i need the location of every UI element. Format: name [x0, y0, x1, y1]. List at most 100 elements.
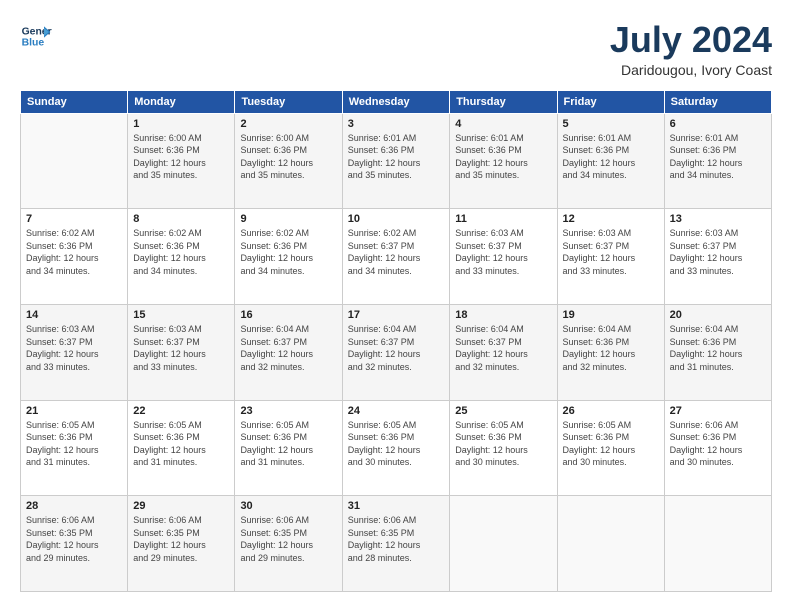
day-info: Sunrise: 6:02 AM Sunset: 6:36 PM Dayligh… [133, 227, 229, 277]
day-number: 4 [455, 118, 551, 130]
day-number: 3 [348, 118, 445, 130]
day-info: Sunrise: 6:02 AM Sunset: 6:36 PM Dayligh… [240, 227, 336, 277]
day-info: Sunrise: 6:02 AM Sunset: 6:37 PM Dayligh… [348, 227, 445, 277]
day-number: 9 [240, 213, 336, 225]
table-row: 18 Sunrise: 6:04 AM Sunset: 6:37 PM Dayli… [450, 304, 557, 400]
day-number: 2 [240, 118, 336, 130]
table-row: 12 Sunrise: 6:03 AM Sunset: 6:37 PM Dayli… [557, 209, 664, 305]
table-row: 13Sunrise: 6:03 AM Sunset: 6:37 PM Dayli… [664, 209, 771, 305]
day-info: Sunrise: 6:06 AM Sunset: 6:35 PM Dayligh… [240, 514, 336, 564]
day-number: 28 [26, 500, 122, 512]
table-row: 19Sunrise: 6:04 AM Sunset: 6:36 PM Dayli… [557, 304, 664, 400]
logo: General Blue [20, 20, 52, 52]
day-info: Sunrise: 6:03 AM Sunset: 6:37 PM Dayligh… [563, 227, 659, 277]
day-info: Sunrise: 6:05 AM Sunset: 6:36 PM Dayligh… [240, 419, 336, 469]
day-number: 27 [670, 405, 766, 417]
col-thursday: Thursday [450, 90, 557, 113]
day-number: 31 [348, 500, 445, 512]
table-row: 6 Sunrise: 6:01 AM Sunset: 6:36 PM Daylig… [664, 113, 771, 209]
table-row: 21 Sunrise: 6:05 AM Sunset: 6:36 PM Dayli… [21, 400, 128, 496]
calendar-week-row: 1 Sunrise: 6:00 AM Sunset: 6:36 PM Daylig… [21, 113, 772, 209]
day-info: Sunrise: 6:01 AM Sunset: 6:36 PM Dayligh… [563, 132, 659, 182]
table-row: 30 Sunrise: 6:06 AM Sunset: 6:35 PM Dayli… [235, 496, 342, 592]
calendar-header-row: Sunday Monday Tuesday Wednesday Thursday… [21, 90, 772, 113]
day-number: 11 [455, 213, 551, 225]
table-row: 4 Sunrise: 6:01 AM Sunset: 6:36 PM Daylig… [450, 113, 557, 209]
day-info: Sunrise: 6:04 AM Sunset: 6:36 PM Dayligh… [670, 323, 766, 373]
table-row: 27 Sunrise: 6:06 AM Sunset: 6:36 PM Dayli… [664, 400, 771, 496]
day-info: Sunrise: 6:05 AM Sunset: 6:36 PM Dayligh… [563, 419, 659, 469]
day-info: Sunrise: 6:03 AM Sunset: 6:37 PM Dayligh… [133, 323, 229, 373]
col-tuesday: Tuesday [235, 90, 342, 113]
day-number: 14 [26, 309, 122, 321]
day-number: 20 [670, 309, 766, 321]
day-number: 7 [26, 213, 122, 225]
day-info: Sunrise: 6:02 AM Sunset: 6:36 PM Dayligh… [26, 227, 122, 277]
logo-icon: General Blue [20, 20, 52, 52]
day-number: 26 [563, 405, 659, 417]
table-row: 26 Sunrise: 6:05 AM Sunset: 6:36 PM Dayli… [557, 400, 664, 496]
col-sunday: Sunday [21, 90, 128, 113]
day-info: Sunrise: 6:06 AM Sunset: 6:36 PM Dayligh… [670, 419, 766, 469]
page: General Blue July 2024 Daridougou, Ivory… [0, 0, 792, 612]
table-row: 7 Sunrise: 6:02 AM Sunset: 6:36 PM Daylig… [21, 209, 128, 305]
table-row: 8 Sunrise: 6:02 AM Sunset: 6:36 PM Daylig… [128, 209, 235, 305]
location: Daridougou, Ivory Coast [610, 62, 772, 78]
day-info: Sunrise: 6:04 AM Sunset: 6:37 PM Dayligh… [240, 323, 336, 373]
calendar-week-row: 14 Sunrise: 6:03 AM Sunset: 6:37 PM Dayli… [21, 304, 772, 400]
month-year: July 2024 [610, 20, 772, 60]
day-number: 1 [133, 118, 229, 130]
day-number: 29 [133, 500, 229, 512]
table-row [664, 496, 771, 592]
day-info: Sunrise: 6:03 AM Sunset: 6:37 PM Dayligh… [26, 323, 122, 373]
table-row: 25 Sunrise: 6:05 AM Sunset: 6:36 PM Dayli… [450, 400, 557, 496]
table-row: 10Sunrise: 6:02 AM Sunset: 6:37 PM Dayli… [342, 209, 450, 305]
day-number: 30 [240, 500, 336, 512]
day-number: 8 [133, 213, 229, 225]
day-number: 23 [240, 405, 336, 417]
table-row: 9 Sunrise: 6:02 AM Sunset: 6:36 PM Daylig… [235, 209, 342, 305]
day-info: Sunrise: 6:05 AM Sunset: 6:36 PM Dayligh… [133, 419, 229, 469]
day-info: Sunrise: 6:06 AM Sunset: 6:35 PM Dayligh… [348, 514, 445, 564]
day-info: Sunrise: 6:01 AM Sunset: 6:36 PM Dayligh… [670, 132, 766, 182]
day-number: 6 [670, 118, 766, 130]
day-number: 22 [133, 405, 229, 417]
day-info: Sunrise: 6:05 AM Sunset: 6:36 PM Dayligh… [26, 419, 122, 469]
day-info: Sunrise: 6:00 AM Sunset: 6:36 PM Dayligh… [133, 132, 229, 182]
calendar-week-row: 28 Sunrise: 6:06 AM Sunset: 6:35 PM Dayli… [21, 496, 772, 592]
day-info: Sunrise: 6:04 AM Sunset: 6:36 PM Dayligh… [563, 323, 659, 373]
col-friday: Friday [557, 90, 664, 113]
table-row: 22 Sunrise: 6:05 AM Sunset: 6:36 PM Dayli… [128, 400, 235, 496]
table-row: 14 Sunrise: 6:03 AM Sunset: 6:37 PM Dayli… [21, 304, 128, 400]
day-info: Sunrise: 6:06 AM Sunset: 6:35 PM Dayligh… [133, 514, 229, 564]
col-wednesday: Wednesday [342, 90, 450, 113]
table-row: 15 Sunrise: 6:03 AM Sunset: 6:37 PM Dayli… [128, 304, 235, 400]
day-number: 24 [348, 405, 445, 417]
day-number: 18 [455, 309, 551, 321]
table-row: 17Sunrise: 6:04 AM Sunset: 6:37 PM Dayli… [342, 304, 450, 400]
table-row [450, 496, 557, 592]
table-row: 31 Sunrise: 6:06 AM Sunset: 6:35 PM Dayli… [342, 496, 450, 592]
day-number: 12 [563, 213, 659, 225]
table-row: 29 Sunrise: 6:06 AM Sunset: 6:35 PM Dayli… [128, 496, 235, 592]
day-number: 16 [240, 309, 336, 321]
day-info: Sunrise: 6:04 AM Sunset: 6:37 PM Dayligh… [455, 323, 551, 373]
day-number: 21 [26, 405, 122, 417]
table-row: 24Sunrise: 6:05 AM Sunset: 6:36 PM Dayli… [342, 400, 450, 496]
day-info: Sunrise: 6:00 AM Sunset: 6:36 PM Dayligh… [240, 132, 336, 182]
svg-text:Blue: Blue [22, 38, 45, 49]
table-row: 11Sunrise: 6:03 AM Sunset: 6:37 PM Dayli… [450, 209, 557, 305]
table-row [557, 496, 664, 592]
day-info: Sunrise: 6:05 AM Sunset: 6:36 PM Dayligh… [455, 419, 551, 469]
table-row: 5 Sunrise: 6:01 AM Sunset: 6:36 PM Daylig… [557, 113, 664, 209]
table-row: 1 Sunrise: 6:00 AM Sunset: 6:36 PM Daylig… [128, 113, 235, 209]
table-row: 28Sunrise: 6:06 AM Sunset: 6:35 PM Dayli… [21, 496, 128, 592]
table-row: 2 Sunrise: 6:00 AM Sunset: 6:36 PM Daylig… [235, 113, 342, 209]
table-row [21, 113, 128, 209]
day-number: 25 [455, 405, 551, 417]
day-number: 5 [563, 118, 659, 130]
day-info: Sunrise: 6:01 AM Sunset: 6:36 PM Dayligh… [455, 132, 551, 182]
table-row: 20 Sunrise: 6:04 AM Sunset: 6:36 PM Dayli… [664, 304, 771, 400]
day-number: 15 [133, 309, 229, 321]
header: General Blue July 2024 Daridougou, Ivory… [20, 20, 772, 78]
